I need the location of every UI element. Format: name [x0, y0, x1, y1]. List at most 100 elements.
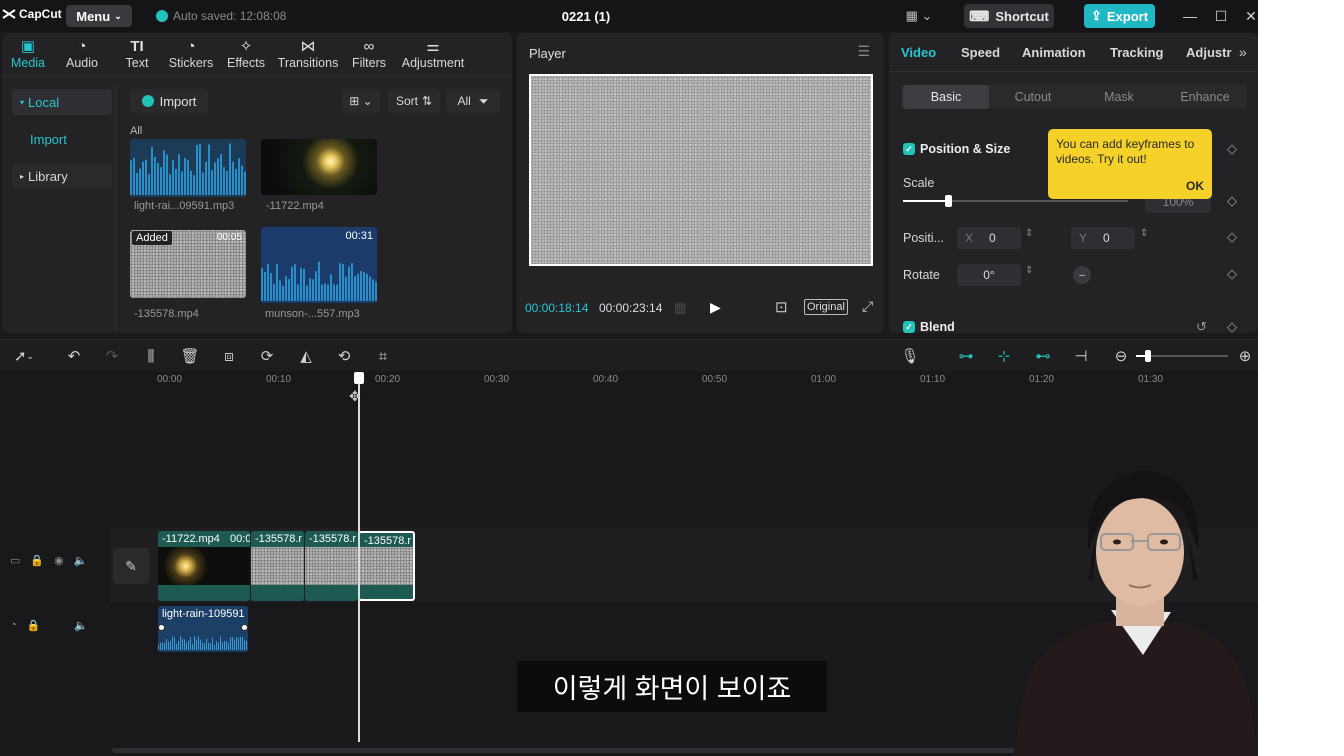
zoom-in-icon[interactable]: ⊕ [1235, 346, 1255, 366]
tab-stickers-label: Stickers [168, 55, 214, 70]
subtab-basic[interactable]: Basic [903, 85, 989, 109]
preview-canvas[interactable] [529, 74, 873, 266]
zoom-out-icon[interactable]: ⊖ [1111, 346, 1131, 366]
mirror-icon[interactable]: ◭ [296, 346, 316, 366]
media-item[interactable]: Added 00:05 [130, 230, 246, 298]
fade-out-handle[interactable] [241, 624, 248, 631]
fullscreen-crop-icon[interactable]: ⊡ [775, 298, 788, 316]
zoom-slider[interactable] [1136, 350, 1228, 362]
subtab-cutout[interactable]: Cutout [990, 85, 1076, 109]
video-clip[interactable]: -135578.r [305, 531, 358, 601]
volume-icon[interactable]: 🔈 [74, 619, 88, 632]
subtab-enhance[interactable]: Enhance [1162, 85, 1248, 109]
tab-text[interactable]: TI Text [110, 33, 164, 75]
edit-cover-icon[interactable]: ✎ [113, 548, 149, 584]
lock-icon[interactable]: 🔒 [27, 619, 41, 632]
reverse-icon[interactable]: ⟳ [257, 346, 277, 366]
hamburger-icon[interactable]: ☰ [857, 43, 870, 60]
lock-icon[interactable]: 🔒 [30, 554, 44, 567]
preview-axis-icon[interactable]: ⊣ [1071, 346, 1091, 366]
position-size-section[interactable]: ✓ Position & Size [903, 142, 1010, 156]
rotate-input[interactable]: 0° [957, 264, 1021, 286]
layout-icon[interactable]: ▦ ⌄ [902, 6, 936, 26]
playhead[interactable] [358, 372, 360, 742]
keyframe-icon[interactable]: ◇ [1227, 266, 1237, 282]
volume-icon[interactable]: 🔈 [74, 554, 88, 567]
tab-stickers[interactable]: ◔ Stickers [164, 33, 218, 75]
fade-in-handle[interactable] [158, 624, 165, 631]
media-item[interactable]: 00:31 [261, 227, 377, 303]
stepper-icon[interactable]: ⇕ [1025, 228, 1033, 239]
cover-icon[interactable]: ▭ [10, 554, 20, 567]
keyframe-icon[interactable]: ◇ [1227, 229, 1237, 245]
media-item[interactable] [261, 139, 377, 195]
crop-icon[interactable]: ⌗ [373, 346, 393, 366]
reset-icon[interactable]: ↺ [1196, 319, 1207, 335]
view-mode-button[interactable]: ⊞ ⌄ [342, 89, 380, 113]
tab-video[interactable]: Video [901, 45, 936, 60]
scale-slider-handle[interactable] [945, 195, 952, 207]
blend-section[interactable]: ✓ Blend [903, 320, 955, 334]
media-item[interactable] [130, 139, 246, 197]
more-tabs-icon[interactable]: » [1239, 44, 1247, 60]
keyframe-icon[interactable]: ◇ [1227, 319, 1237, 335]
video-clip-selected[interactable]: -135578.r [358, 531, 415, 601]
tab-adjustment[interactable]: Adjustr [1186, 45, 1232, 60]
sidebar-item-local[interactable]: ▾ Local [12, 89, 112, 115]
eye-icon[interactable]: ◉ [54, 554, 64, 567]
undo-icon[interactable]: ↶ [64, 346, 84, 366]
import-button[interactable]: Import [130, 89, 208, 113]
timeline-grid-icon[interactable]: ▥ [674, 300, 686, 316]
zoom-slider-handle[interactable] [1145, 350, 1151, 362]
sidebar-item-library[interactable]: ▸ Library [12, 163, 112, 189]
sort-button[interactable]: Sort ⇅ [388, 89, 440, 113]
tab-transitions[interactable]: ⋈ Transitions [274, 33, 342, 75]
tooltip-ok-button[interactable]: OK [1186, 179, 1204, 193]
video-clip[interactable]: -11722.mp4 00:0 [158, 531, 250, 601]
tab-media[interactable]: ▣ Media [2, 33, 54, 75]
select-tool-icon[interactable]: ➚ ⌄ [6, 346, 42, 366]
main-track-magnet-icon[interactable]: ⊶ [955, 346, 977, 366]
rotate-icon[interactable]: ⟲ [334, 346, 354, 366]
video-clip[interactable]: -135578.r [251, 531, 304, 601]
export-button[interactable]: ⇪ Export [1084, 4, 1155, 28]
playhead-handle[interactable] [354, 372, 364, 384]
ratio-button[interactable]: Original [804, 299, 848, 315]
split-icon[interactable]: ⫼ [141, 346, 161, 366]
minimize-icon[interactable]: — [1180, 6, 1200, 26]
auto-snap-icon[interactable]: ⊹ [993, 346, 1015, 366]
stepper-icon[interactable]: ⇕ [1025, 265, 1033, 276]
scale-slider[interactable] [903, 195, 1128, 207]
shortcut-button[interactable]: ⌨ Shortcut [964, 4, 1054, 28]
stickers-icon: ◔ [186, 37, 196, 55]
delete-icon[interactable]: 🗑 [180, 346, 200, 366]
menu-button[interactable]: Menu ⌄ [66, 5, 132, 27]
position-x-input[interactable]: X 0 [957, 227, 1021, 249]
tab-filters[interactable]: ∞ Filters [342, 33, 396, 75]
freeze-icon[interactable]: ⧈ [219, 346, 239, 366]
position-y-input[interactable]: Y 0 [1071, 227, 1135, 249]
tab-audio[interactable]: ◔ Audio [54, 33, 110, 75]
filter-button[interactable]: All ⏷ [446, 89, 500, 113]
close-icon[interactable]: ✕ [1241, 6, 1258, 26]
microphone-icon[interactable]: 🎙 [900, 346, 920, 366]
keyframe-icon[interactable]: ◇ [1227, 141, 1237, 157]
stepper-icon[interactable]: ⇕ [1140, 228, 1148, 239]
redo-icon[interactable]: ↷ [102, 346, 122, 366]
subtab-mask[interactable]: Mask [1076, 85, 1162, 109]
rotate-dial-icon[interactable]: – [1073, 266, 1091, 284]
keyframe-icon[interactable]: ◇ [1227, 193, 1237, 209]
linkage-icon[interactable]: ⊷ [1032, 346, 1054, 366]
tab-tracking[interactable]: Tracking [1110, 45, 1163, 60]
timeline-ruler[interactable]: 00:00 00:10 00:20 00:30 00:40 00:50 01:0… [110, 372, 1258, 392]
tab-adjustment[interactable]: ⚌ Adjustment [396, 33, 470, 75]
audio-clip[interactable]: light-rain-109591 [158, 606, 248, 652]
tab-speed[interactable]: Speed [961, 45, 1000, 60]
tab-animation[interactable]: Animation [1022, 45, 1086, 60]
play-icon[interactable]: ▶ [710, 299, 721, 316]
maximize-icon[interactable]: ☐ [1211, 6, 1231, 26]
tab-effects[interactable]: ✧ Effects [218, 33, 274, 75]
sidebar-import-label: Import [30, 131, 67, 147]
expand-icon[interactable]: ⤢ [862, 298, 873, 315]
sidebar-item-import[interactable]: Import [12, 126, 112, 152]
